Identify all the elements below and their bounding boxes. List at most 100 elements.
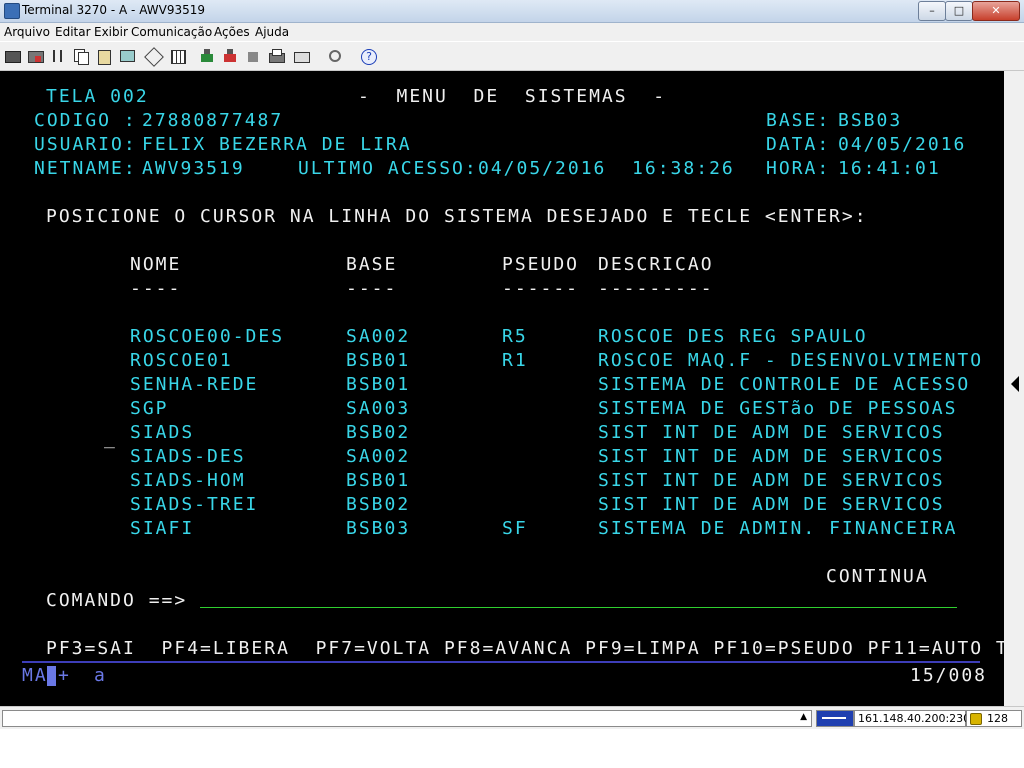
status-bar: ▲ 161.148.40.200:23000 128 bbox=[0, 706, 1024, 729]
toolbar: ? bbox=[0, 42, 1024, 71]
column-header-descricao: DESCRICAO bbox=[598, 254, 714, 275]
row-nome: SIAFI bbox=[130, 518, 195, 539]
menu-acoes[interactable]: Ações bbox=[214, 25, 250, 39]
row-descricao: SISTEMA DE GESTão DE PESSOAS bbox=[598, 398, 958, 419]
menu-ajuda[interactable]: Ajuda bbox=[255, 25, 289, 39]
row-base: BSB01 bbox=[346, 350, 411, 371]
column-header-nome: NOME bbox=[130, 254, 182, 275]
netname-value: AWV93519 bbox=[142, 158, 245, 179]
row-base: BSB02 bbox=[346, 494, 411, 515]
row-descricao: SIST INT DE ADM DE SERVICOS bbox=[598, 470, 945, 491]
codigo-value: 27880877487 bbox=[142, 110, 284, 131]
oia-mode: MA bbox=[22, 665, 48, 686]
row-nome: SIADS-DES bbox=[130, 446, 246, 467]
menu-arquivo[interactable]: Arquivo bbox=[4, 25, 50, 39]
base-label: BASE: bbox=[766, 110, 831, 131]
cursor-position: 15/008 bbox=[910, 665, 988, 686]
host-address-field: 161.148.40.200:23000 bbox=[854, 710, 984, 727]
close-button[interactable]: ✕ bbox=[972, 1, 1020, 21]
ultimo-acesso-value: 04/05/2016 16:38:26 bbox=[478, 158, 735, 179]
record-macro-icon[interactable] bbox=[199, 48, 215, 64]
row-pseudo: R1 bbox=[502, 350, 528, 371]
menu-editar[interactable]: Editar bbox=[55, 25, 91, 39]
collapse-arrow-icon[interactable] bbox=[1011, 376, 1019, 392]
settings-icon[interactable] bbox=[327, 48, 343, 64]
row-nome: SIADS bbox=[130, 422, 195, 443]
row-nome: ROSCOE00-DES bbox=[130, 326, 285, 347]
row-nome: ROSCOE01 bbox=[130, 350, 233, 371]
java-app-icon bbox=[4, 3, 20, 19]
help-icon[interactable]: ? bbox=[360, 48, 377, 65]
play-macro-icon[interactable] bbox=[245, 48, 261, 64]
screen-id: TELA 002 bbox=[46, 86, 149, 107]
instruction-text: POSICIONE O CURSOR NA LINHA DO SISTEMA D… bbox=[46, 206, 868, 227]
terminal-cursor bbox=[47, 666, 56, 686]
title-bar: Terminal 3270 - A - AWV93519 – □ ✕ bbox=[0, 0, 1024, 23]
row-descricao: SIST INT DE ADM DE SERVICOS bbox=[598, 446, 945, 467]
row-pseudo: R5 bbox=[502, 326, 528, 347]
hora-label: HORA: bbox=[766, 158, 831, 179]
paste-icon[interactable] bbox=[96, 48, 112, 65]
screen-copy-icon[interactable] bbox=[119, 48, 135, 64]
minimize-button[interactable]: – bbox=[918, 1, 946, 21]
row-base: BSB01 bbox=[346, 374, 411, 395]
maximize-button[interactable]: □ bbox=[945, 1, 973, 21]
row-base: BSB02 bbox=[346, 422, 411, 443]
keypad-icon[interactable] bbox=[170, 48, 186, 64]
netname-label: NETNAME: bbox=[34, 158, 137, 179]
cut-icon[interactable] bbox=[50, 48, 66, 64]
menu-bar: Arquivo Editar Exibir Comunicação Ações … bbox=[0, 23, 1024, 41]
comando-label: COMANDO ==> bbox=[46, 590, 188, 611]
disconnect-icon[interactable] bbox=[27, 48, 44, 64]
menu-comunicacao[interactable]: Comunicação bbox=[131, 25, 212, 39]
status-message-field: ▲ bbox=[2, 710, 812, 727]
connect-icon[interactable] bbox=[4, 48, 21, 64]
row-base: SA002 bbox=[346, 326, 411, 347]
stop-macro-icon[interactable] bbox=[222, 48, 238, 64]
comando-input[interactable] bbox=[200, 607, 957, 608]
hora-value: 16:41:01 bbox=[838, 158, 941, 179]
print-icon[interactable] bbox=[268, 48, 285, 64]
connection-status-icon bbox=[816, 710, 854, 727]
row-nome: SIADS-HOM bbox=[130, 470, 246, 491]
row-nome: SENHA-REDE bbox=[130, 374, 259, 395]
row-base: SA002 bbox=[346, 446, 411, 467]
continua-indicator: CONTINUA bbox=[826, 566, 929, 587]
row-descricao: SIST INT DE ADM DE SERVICOS bbox=[598, 494, 945, 515]
column-underline-descricao: --------- bbox=[598, 278, 714, 299]
base-value: BSB03 bbox=[838, 110, 903, 131]
menu-title: - MENU DE SISTEMAS - bbox=[358, 86, 667, 107]
lock-icon bbox=[970, 713, 982, 725]
column-underline-pseudo: ------ bbox=[502, 278, 580, 299]
side-panel-toggle[interactable] bbox=[1004, 71, 1024, 706]
row-descricao: ROSCOE MAQ.F - DESENVOLVIMENTO bbox=[598, 350, 984, 371]
column-underline-nome: ---- bbox=[130, 278, 182, 299]
row-descricao: SIST INT DE ADM DE SERVICOS bbox=[598, 422, 945, 443]
row-pseudo: SF bbox=[502, 518, 528, 539]
copy-icon[interactable] bbox=[73, 48, 89, 65]
menu-exibir[interactable]: Exibir bbox=[94, 25, 128, 39]
row-descricao: SISTEMA DE ADMIN. FINANCEIRA bbox=[598, 518, 958, 539]
lock-field: 128 bbox=[966, 710, 1022, 727]
row-base: BSB03 bbox=[346, 518, 411, 539]
column-header-pseudo: PSEUDO bbox=[502, 254, 580, 275]
up-arrow-icon[interactable]: ▲ bbox=[800, 712, 807, 722]
data-value: 04/05/2016 bbox=[838, 134, 967, 155]
terminal-screen[interactable]: TELA 002 - MENU DE SISTEMAS - CODIGO : 2… bbox=[0, 71, 1024, 706]
pf-keys-legend: PF3=SAI PF4=LIBERA PF7=VOLTA PF8=AVANCA … bbox=[46, 638, 1024, 659]
row-descricao: SISTEMA DE CONTROLE DE ACESSO bbox=[598, 374, 971, 395]
oia-plus: + bbox=[58, 665, 71, 686]
codigo-label: CODIGO : bbox=[34, 110, 137, 131]
tools-icon[interactable] bbox=[144, 47, 164, 67]
row-nome: SIADS-TREI bbox=[130, 494, 259, 515]
window-title: Terminal 3270 - A - AWV93519 bbox=[22, 3, 205, 17]
row-base: SA003 bbox=[346, 398, 411, 419]
encryption-bits: 128 bbox=[987, 712, 1008, 725]
selection-marker: _ bbox=[104, 428, 117, 449]
data-label: DATA: bbox=[766, 134, 831, 155]
oia-separator bbox=[22, 661, 980, 663]
row-base: BSB01 bbox=[346, 470, 411, 491]
send-file-icon[interactable] bbox=[293, 48, 310, 64]
column-underline-base: ---- bbox=[346, 278, 398, 299]
row-descricao: ROSCOE DES REG SPAULO bbox=[598, 326, 868, 347]
